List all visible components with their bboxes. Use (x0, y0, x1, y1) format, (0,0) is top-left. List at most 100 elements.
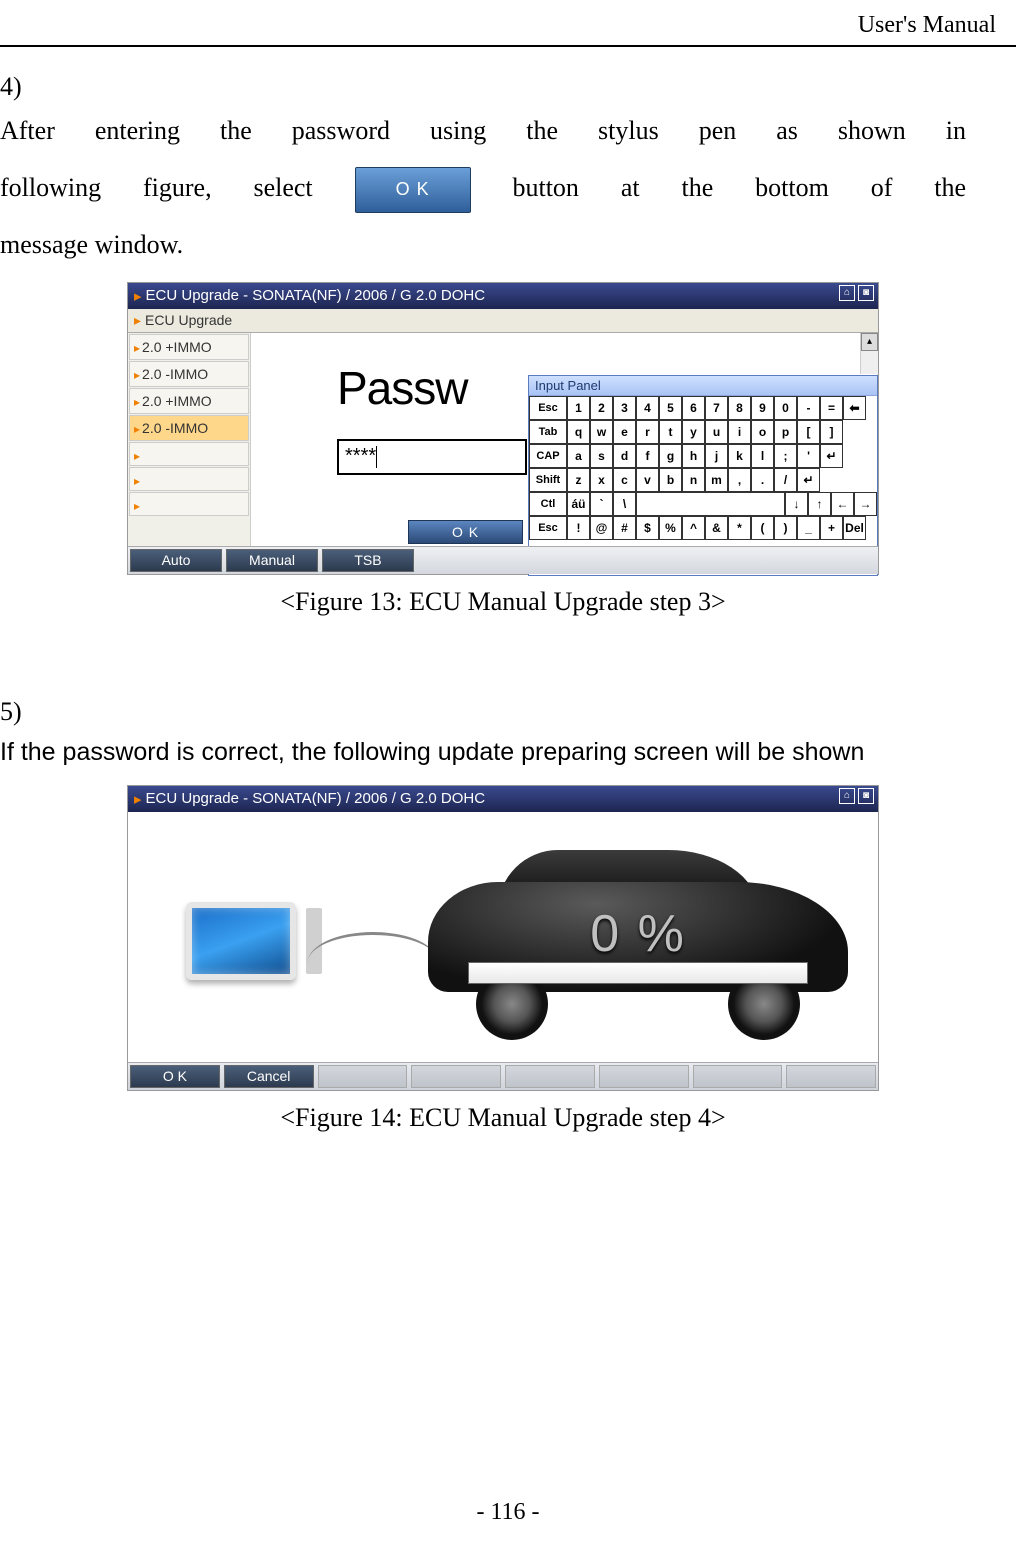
key[interactable]: . (751, 468, 774, 492)
sidebar-item[interactable]: ▸2.0 +IMMO (129, 334, 249, 360)
sidebar-item-active[interactable]: ▸2.0 -IMMO (129, 415, 249, 441)
key[interactable]: Esc (529, 396, 567, 420)
key[interactable]: l (751, 444, 774, 468)
key[interactable]: 9 (751, 396, 774, 420)
ok-button-inline[interactable]: O K (355, 167, 471, 213)
key[interactable]: - (797, 396, 820, 420)
key[interactable]: / (774, 468, 797, 492)
key[interactable]: Shift (529, 468, 567, 492)
key[interactable]: ( (751, 516, 774, 540)
key[interactable]: # (613, 516, 636, 540)
sidebar-item-empty: ▸ (129, 442, 249, 466)
key[interactable]: v (636, 468, 659, 492)
scroll-up-icon[interactable]: ▴ (861, 333, 878, 351)
key[interactable]: 3 (613, 396, 636, 420)
key[interactable]: z (567, 468, 590, 492)
step4-line3: message window. (0, 216, 966, 273)
key[interactable]: j (705, 444, 728, 468)
key[interactable]: + (820, 516, 843, 540)
key[interactable]: @ (590, 516, 613, 540)
sidebar-item[interactable]: ▸2.0 +IMMO (129, 388, 249, 414)
key[interactable]: y (682, 420, 705, 444)
key[interactable]: s (590, 444, 613, 468)
key[interactable]: 5 (659, 396, 682, 420)
key[interactable]: ↓ (785, 492, 808, 516)
cancel-button[interactable]: Cancel (224, 1065, 314, 1088)
key[interactable]: ! (567, 516, 590, 540)
key[interactable]: q (567, 420, 590, 444)
key[interactable]: d (613, 444, 636, 468)
key[interactable]: , (728, 468, 751, 492)
progress-percent: 0 % (590, 904, 686, 964)
key[interactable]: 7 (705, 396, 728, 420)
key[interactable]: t (659, 420, 682, 444)
key[interactable]: ← (831, 492, 854, 516)
key[interactable]: Esc (529, 516, 567, 540)
key[interactable]: u (705, 420, 728, 444)
password-input[interactable]: **** (337, 439, 527, 475)
scrollbar[interactable]: ▴ (860, 333, 878, 374)
tab-tsb[interactable]: TSB (322, 549, 414, 572)
space-key[interactable] (636, 492, 785, 516)
key[interactable]: h (682, 444, 705, 468)
tab-auto[interactable]: Auto (130, 549, 222, 572)
key[interactable]: 6 (682, 396, 705, 420)
key[interactable]: w (590, 420, 613, 444)
key[interactable]: 4 (636, 396, 659, 420)
key[interactable]: Ctl (529, 492, 567, 516)
key[interactable]: \ (613, 492, 636, 516)
key[interactable]: 2 (590, 396, 613, 420)
key[interactable]: f (636, 444, 659, 468)
key[interactable]: e (613, 420, 636, 444)
key[interactable]: 0 (774, 396, 797, 420)
key[interactable]: g (659, 444, 682, 468)
key[interactable]: & (705, 516, 728, 540)
key[interactable]: 8 (728, 396, 751, 420)
tab-manual[interactable]: Manual (226, 549, 318, 572)
password-label: Passw (337, 361, 467, 415)
window-titlebar: ▸ ECU Upgrade - SONATA(NF) / 2006 / G 2.… (128, 786, 878, 812)
key[interactable]: * (728, 516, 751, 540)
key[interactable]: _ (797, 516, 820, 540)
key[interactable]: ] (820, 420, 843, 444)
key[interactable]: Tab (529, 420, 567, 444)
key[interactable]: o (751, 420, 774, 444)
camera-icon[interactable]: ◙ (858, 285, 874, 301)
key[interactable]: m (705, 468, 728, 492)
ok-button[interactable]: O K (130, 1065, 220, 1088)
key[interactable]: ` (590, 492, 613, 516)
key[interactable]: b (659, 468, 682, 492)
sidebar-item[interactable]: ▸2.0 -IMMO (129, 361, 249, 387)
key[interactable]: ; (774, 444, 797, 468)
key[interactable]: CAP (529, 444, 567, 468)
key[interactable]: k (728, 444, 751, 468)
key[interactable]: c (613, 468, 636, 492)
key[interactable]: = (820, 396, 843, 420)
enter-key[interactable]: ↵ (820, 444, 843, 468)
key[interactable]: $ (636, 516, 659, 540)
home-icon[interactable]: ⌂ (839, 788, 855, 804)
key[interactable]: n (682, 468, 705, 492)
key[interactable]: x (590, 468, 613, 492)
key[interactable]: ' (797, 444, 820, 468)
backspace-key[interactable]: ⬅ (843, 396, 866, 420)
key[interactable]: % (659, 516, 682, 540)
key[interactable]: [ (797, 420, 820, 444)
sidebar: ▸2.0 +IMMO ▸2.0 -IMMO ▸2.0 +IMMO ▸2.0 -I… (128, 333, 251, 546)
key[interactable]: r (636, 420, 659, 444)
key[interactable]: ↑ (808, 492, 831, 516)
key[interactable]: p (774, 420, 797, 444)
key[interactable]: a (567, 444, 590, 468)
ok-button[interactable]: O K (408, 520, 523, 544)
key[interactable]: 1 (567, 396, 590, 420)
home-icon[interactable]: ⌂ (839, 285, 855, 301)
enter-key[interactable]: ↵ (797, 468, 820, 492)
key[interactable]: → (854, 492, 877, 516)
key[interactable]: ) (774, 516, 797, 540)
key[interactable]: áü (567, 492, 590, 516)
key[interactable]: ^ (682, 516, 705, 540)
key[interactable]: i (728, 420, 751, 444)
camera-icon[interactable]: ◙ (858, 788, 874, 804)
scanner-device-icon (168, 882, 328, 1002)
key[interactable]: Del (843, 516, 866, 540)
